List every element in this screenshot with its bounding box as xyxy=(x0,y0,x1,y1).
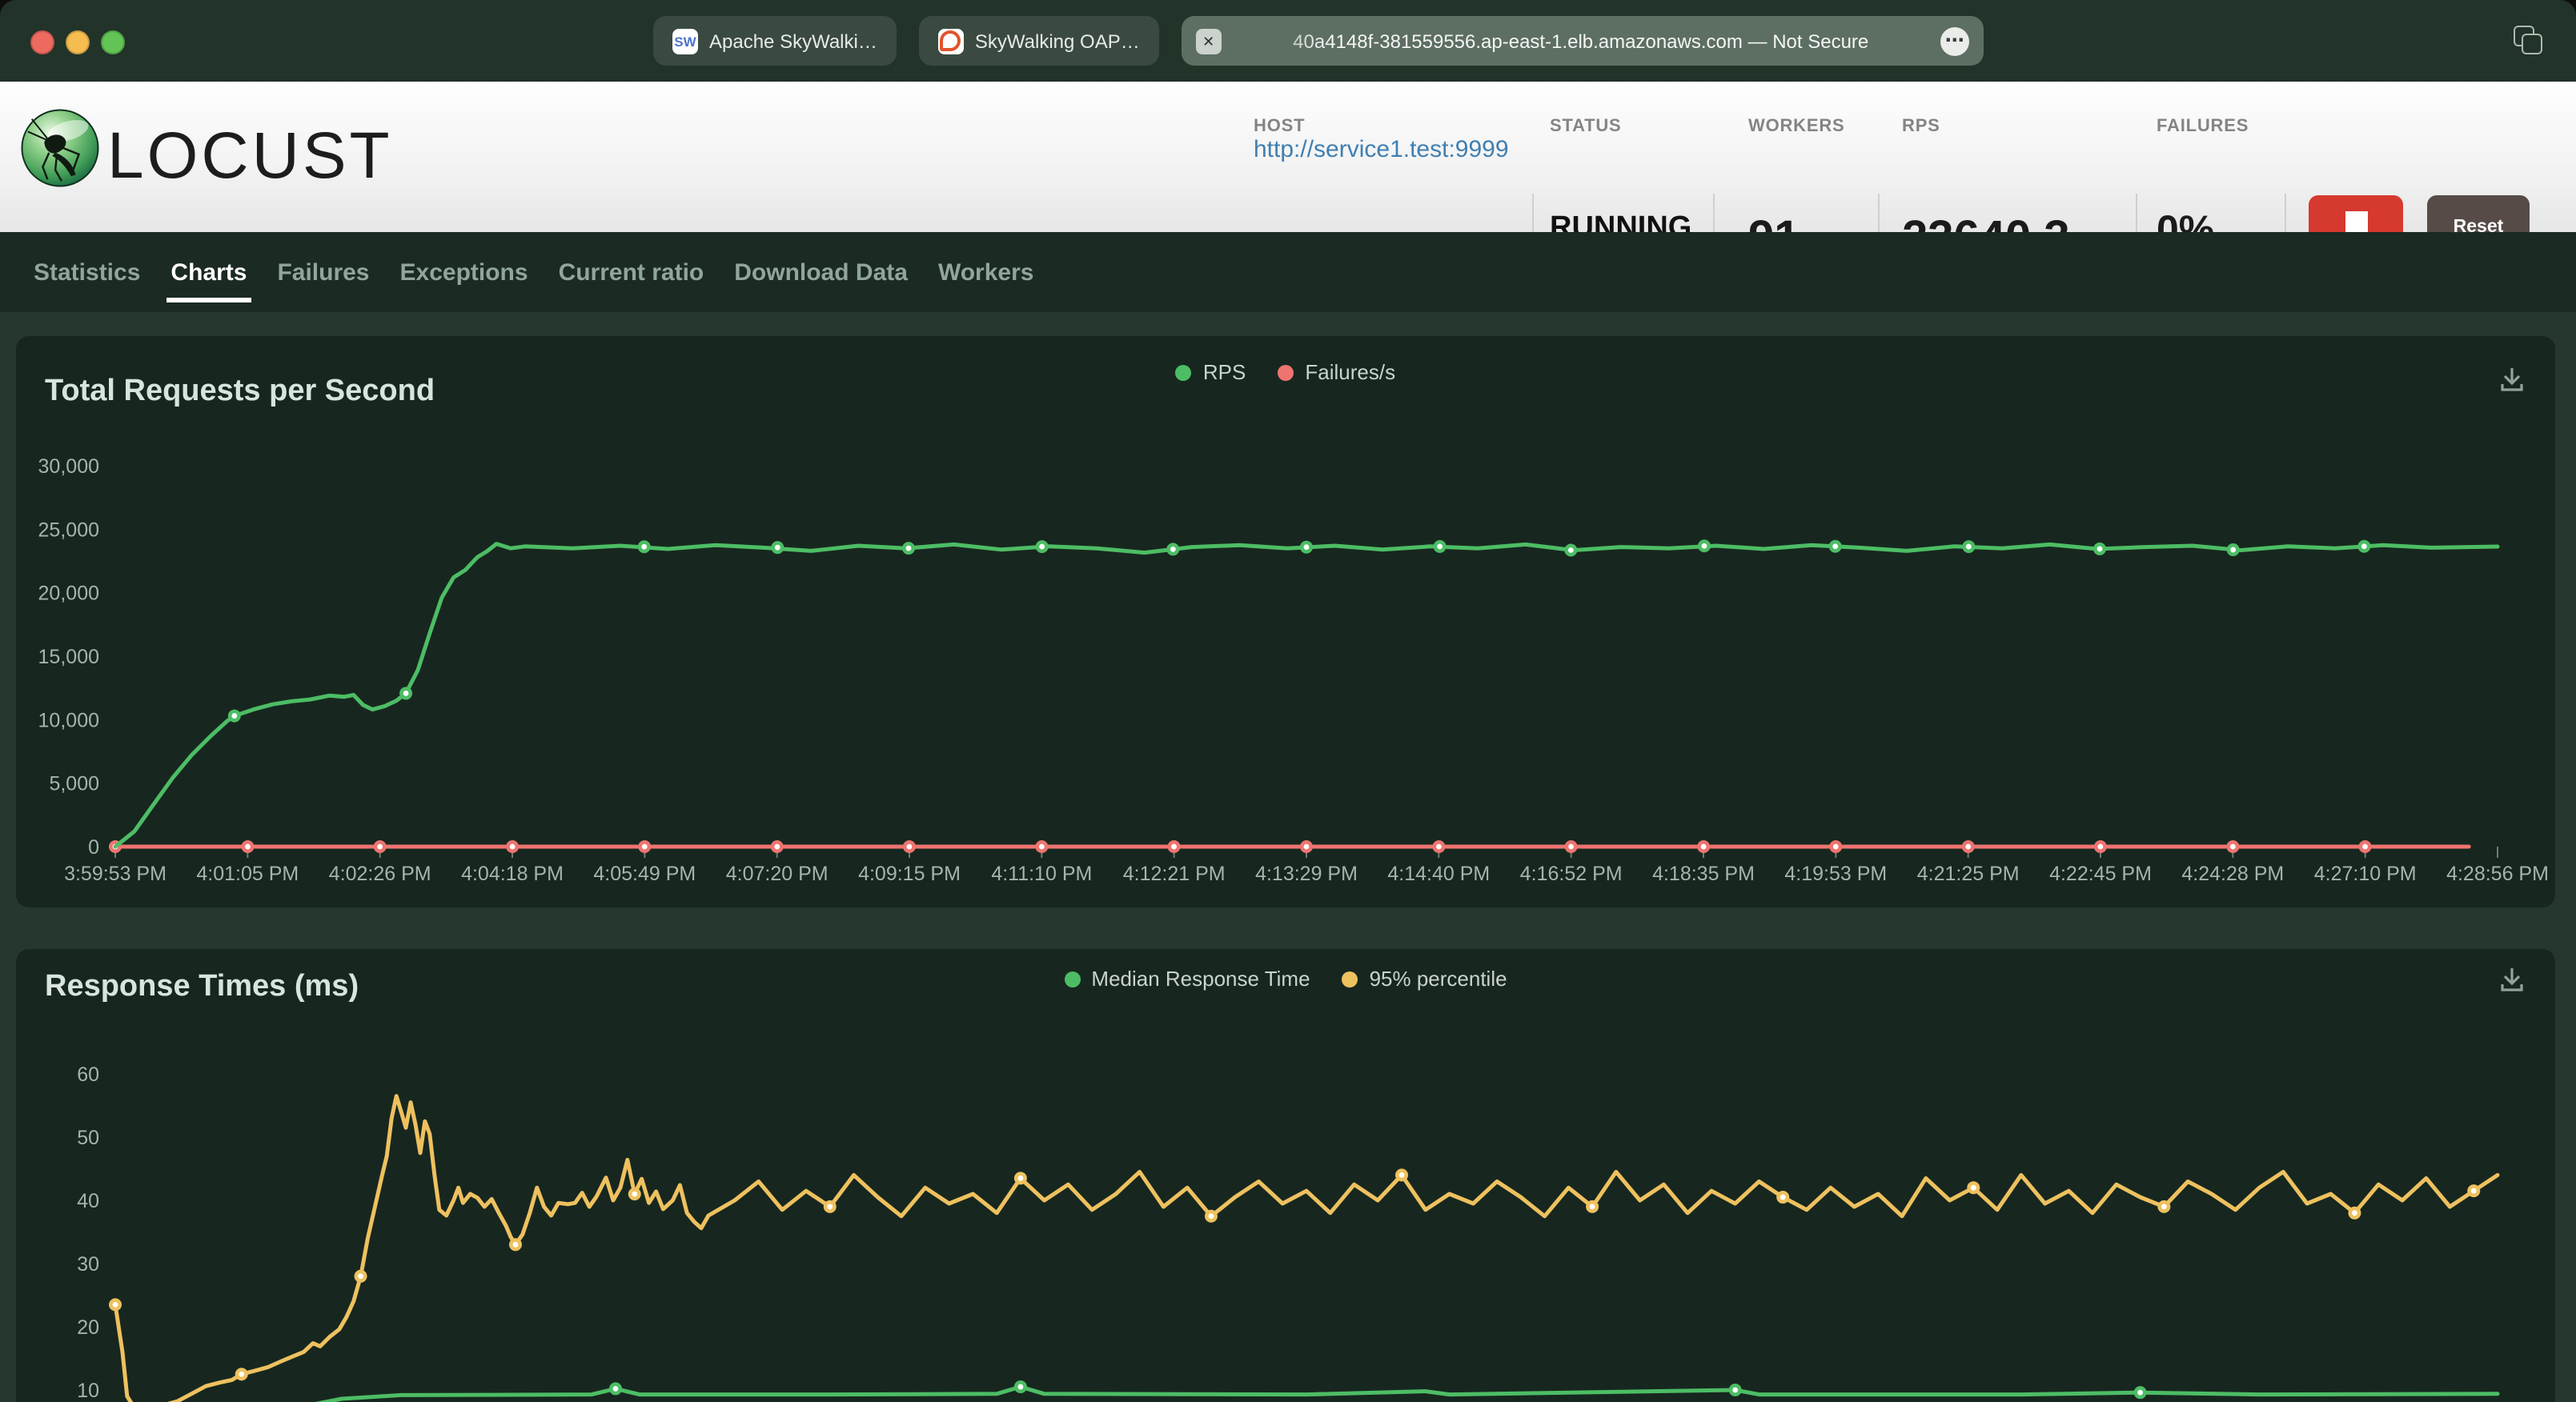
minimize-button[interactable] xyxy=(66,30,90,54)
download-chart-icon[interactable] xyxy=(2498,365,2526,394)
close-button[interactable] xyxy=(30,30,54,54)
window-controls xyxy=(30,30,125,54)
svg-text:4:12:21 PM: 4:12:21 PM xyxy=(1123,863,1226,885)
svg-text:4:01:05 PM: 4:01:05 PM xyxy=(196,863,299,885)
response-times-chart-canvas: 10 20 30 40 50 60 xyxy=(77,1064,2500,1402)
host-label: HOST xyxy=(1254,117,1306,136)
svg-text:4:27:10 PM: 4:27:10 PM xyxy=(2314,863,2417,885)
browser-tab-active-locust[interactable]: ✕ 40a4148f-381559556.ap-east-1.elb.amazo… xyxy=(1181,16,1984,66)
host-link[interactable]: http://service1.test:9999 xyxy=(1254,136,1509,163)
legend-label: RPS xyxy=(1202,360,1246,384)
svg-text:5,000: 5,000 xyxy=(49,773,99,795)
chart-legend: Median Response Time 95% percentile xyxy=(16,967,2555,991)
svg-text:4:13:29 PM: 4:13:29 PM xyxy=(1255,863,1358,885)
close-tab-icon[interactable]: ✕ xyxy=(1195,28,1222,54)
svg-text:10: 10 xyxy=(77,1380,99,1402)
browser-tab-apache-skywalking[interactable]: SW Apache SkyWalki… xyxy=(653,16,897,66)
skywalking-sw-icon: SW xyxy=(672,28,698,54)
nav-tab-statistics[interactable]: Statistics xyxy=(34,232,140,312)
svg-text:20: 20 xyxy=(77,1316,99,1339)
nav-tab-workers[interactable]: Workers xyxy=(938,232,1034,312)
legend-item[interactable]: 95% percentile xyxy=(1342,967,1507,991)
failures-label: FAILURES xyxy=(2157,117,2249,136)
svg-text:20,000: 20,000 xyxy=(38,583,99,605)
rps-chart-card: Total Requests per Second RPS Failures/s … xyxy=(16,336,2555,907)
svg-text:4:18:35 PM: 4:18:35 PM xyxy=(1652,863,1755,885)
svg-text:10,000: 10,000 xyxy=(38,709,99,731)
legend-label: Failures/s xyxy=(1305,360,1396,384)
svg-text:4:02:26 PM: 4:02:26 PM xyxy=(329,863,431,885)
legend-item[interactable]: RPS xyxy=(1175,360,1246,384)
workers-label: WORKERS xyxy=(1748,117,1845,136)
browser-tab-skywalking-oap[interactable]: SkyWalking OAP… xyxy=(918,16,1159,66)
legend-dot-icon xyxy=(1342,971,1358,987)
svg-text:60: 60 xyxy=(77,1064,99,1086)
chart-legend: RPS Failures/s xyxy=(16,360,2555,384)
svg-text:4:22:45 PM: 4:22:45 PM xyxy=(2049,863,2152,885)
svg-text:3:59:53 PM: 3:59:53 PM xyxy=(64,863,167,885)
skywalking-oap-icon xyxy=(937,28,964,54)
screen: SW Apache SkyWalki… SkyWalking OAP… ✕ 40… xyxy=(0,0,2576,1402)
tab-label: SkyWalking OAP… xyxy=(974,30,1140,52)
legend-dot-icon xyxy=(1175,364,1192,380)
rps-chart-canvas: 0 5,000 10,000 15,000 20,000 25,000 30,000 3:59… xyxy=(38,455,2549,885)
svg-text:30,000: 30,000 xyxy=(38,455,99,478)
address-url[interactable]: 40a4148f-381559556.ap-east-1.elb.amazona… xyxy=(1233,30,1929,52)
legend-item[interactable]: Median Response Time xyxy=(1064,967,1310,991)
nav-tab-charts[interactable]: Charts xyxy=(166,232,251,312)
brand-wordmark: LOCUST xyxy=(107,118,393,192)
svg-text:4:16:52 PM: 4:16:52 PM xyxy=(1520,863,1623,885)
tab-strip: SW Apache SkyWalki… SkyWalking OAP… ✕ 40… xyxy=(653,16,1984,66)
svg-text:4:21:25 PM: 4:21:25 PM xyxy=(1917,863,2020,885)
tab-overview-icon[interactable] xyxy=(2514,26,2542,54)
download-chart-icon[interactable] xyxy=(2498,965,2526,994)
fullscreen-button[interactable] xyxy=(101,30,125,54)
svg-text:4:24:28 PM: 4:24:28 PM xyxy=(2181,863,2284,885)
legend-dot-icon xyxy=(1064,971,1081,987)
locust-header: LOCUST HOST http://service1.test:9999 ST… xyxy=(0,82,2576,296)
locust-logo-icon xyxy=(21,109,99,187)
svg-text:4:28:56 PM: 4:28:56 PM xyxy=(2446,863,2549,885)
svg-text:40: 40 xyxy=(77,1190,99,1212)
svg-text:50: 50 xyxy=(77,1127,99,1149)
svg-text:4:04:18 PM: 4:04:18 PM xyxy=(461,863,564,885)
rps-label: RPS xyxy=(1902,117,1940,136)
svg-text:4:09:15 PM: 4:09:15 PM xyxy=(858,863,961,885)
legend-dot-icon xyxy=(1278,364,1294,380)
nav-tab-failures[interactable]: Failures xyxy=(277,232,369,312)
svg-text:30: 30 xyxy=(77,1253,99,1276)
tab-label: Apache SkyWalki… xyxy=(709,30,877,52)
legend-label: Median Response Time xyxy=(1091,967,1310,991)
svg-text:4:14:40 PM: 4:14:40 PM xyxy=(1387,863,1490,885)
status-label: STATUS xyxy=(1550,117,1622,136)
nav-tab-exceptions[interactable]: Exceptions xyxy=(400,232,528,312)
svg-text:15,000: 15,000 xyxy=(38,646,99,668)
response-times-chart-card: Response Times (ms) Median Response Time… xyxy=(16,949,2555,1402)
legend-label: 95% percentile xyxy=(1369,967,1507,991)
svg-text:0: 0 xyxy=(88,836,99,859)
svg-text:25,000: 25,000 xyxy=(38,519,99,541)
svg-text:4:11:10 PM: 4:11:10 PM xyxy=(991,863,1092,885)
nav-tabs: Statistics Charts Failures Exceptions Curren… xyxy=(0,232,2576,312)
legend-item[interactable]: Failures/s xyxy=(1278,360,1395,384)
svg-text:4:05:49 PM: 4:05:49 PM xyxy=(593,863,696,885)
more-options-icon[interactable]: ⋯ xyxy=(1940,26,1969,55)
nav-tab-current-ratio[interactable]: Current ratio xyxy=(559,232,704,312)
nav-tab-download-data[interactable]: Download Data xyxy=(734,232,908,312)
browser-chrome: SW Apache SkyWalki… SkyWalking OAP… ✕ 40… xyxy=(0,0,2576,82)
svg-text:4:07:20 PM: 4:07:20 PM xyxy=(726,863,829,885)
svg-text:4:19:53 PM: 4:19:53 PM xyxy=(1784,863,1887,885)
